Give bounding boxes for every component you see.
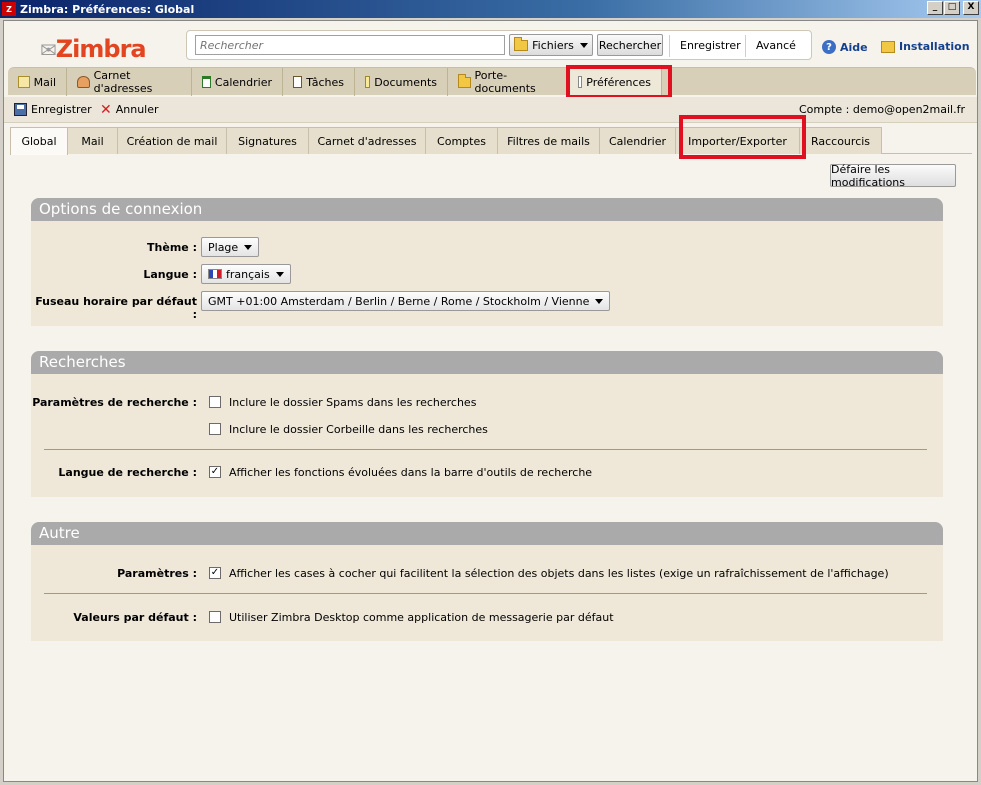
include-trash-label: Inclure le dossier Corbeille dans les re… bbox=[229, 423, 488, 436]
tab-signatures[interactable]: Signatures bbox=[227, 127, 309, 154]
zimbra-envelope-icon: ✉ bbox=[40, 38, 57, 62]
calendar-icon bbox=[202, 76, 211, 88]
files-dropdown-button[interactable]: Fichiers bbox=[509, 34, 593, 56]
divider bbox=[669, 35, 670, 57]
window-title: Zimbra: Préférences: Global bbox=[20, 2, 195, 16]
language-select[interactable]: français bbox=[201, 264, 291, 284]
language-label: Langue : bbox=[143, 268, 197, 281]
app-tab-preferences[interactable]: Préférences bbox=[568, 68, 662, 96]
help-link[interactable]: ? Aide bbox=[822, 40, 868, 54]
search-language-label: Langue de recherche : bbox=[58, 466, 197, 479]
tab-global[interactable]: Global bbox=[10, 127, 68, 155]
tab-compose[interactable]: Création de mail bbox=[118, 127, 227, 154]
section-title: Autre bbox=[31, 522, 943, 545]
advanced-search-link[interactable]: Avancé bbox=[756, 39, 796, 52]
section-title: Recherches bbox=[31, 351, 943, 374]
install-link[interactable]: Installation bbox=[881, 40, 970, 53]
timezone-label: Fuseau horaire par défaut : bbox=[35, 295, 197, 321]
preferences-tab-bar: Global Mail Création de mail Signatures … bbox=[10, 127, 972, 155]
undo-changes-button[interactable]: Défaire les modifications bbox=[830, 163, 956, 189]
app-frame: ✉Zimbra Fichiers Rechercher Enregistrer … bbox=[3, 20, 978, 782]
tab-addressbook[interactable]: Carnet d'adresses bbox=[309, 127, 426, 154]
advanced-search-label: Afficher les fonctions évoluées dans la … bbox=[229, 466, 593, 479]
theme-select[interactable]: Plage bbox=[201, 237, 260, 257]
chevron-down-icon bbox=[244, 244, 253, 250]
search-input[interactable] bbox=[195, 35, 505, 55]
app-tab-addressbook[interactable]: Carnet d'adresses bbox=[67, 68, 192, 96]
other-params-label: Paramètres : bbox=[117, 567, 197, 580]
chevron-down-icon bbox=[579, 42, 588, 48]
section-searches: Recherches Paramètres de recherche : Inc… bbox=[31, 351, 943, 497]
close-icon: ✕ bbox=[100, 101, 112, 118]
french-flag-icon bbox=[208, 269, 222, 279]
section-other: Autre Paramètres : ✓ Afficher les cases … bbox=[31, 522, 943, 641]
help-icon: ? bbox=[822, 40, 836, 54]
divider bbox=[44, 449, 927, 450]
save-icon bbox=[14, 103, 27, 116]
tab-mail[interactable]: Mail bbox=[68, 127, 118, 154]
zimbra-app-icon: Z bbox=[2, 2, 16, 16]
tasks-icon bbox=[293, 76, 303, 88]
zimbra-logo: ✉Zimbra bbox=[40, 35, 147, 63]
include-spam-checkbox[interactable] bbox=[209, 396, 221, 408]
briefcase-icon bbox=[458, 73, 471, 88]
section-login-options: Options de connexion Thème : Plage Langu… bbox=[31, 198, 943, 326]
cancel-button[interactable]: ✕ Annuler bbox=[100, 101, 159, 118]
app-tab-calendar[interactable]: Calendrier bbox=[192, 68, 283, 96]
tab-calendar[interactable]: Calendrier bbox=[600, 127, 676, 154]
include-trash-checkbox[interactable] bbox=[209, 423, 221, 435]
save-search-link[interactable]: Enregistrer bbox=[680, 39, 741, 52]
tab-shortcuts[interactable]: Raccourcis bbox=[800, 127, 882, 154]
tab-accounts[interactable]: Comptes bbox=[426, 127, 498, 154]
list-checkboxes-label: Afficher les cases à cocher qui facilite… bbox=[229, 567, 889, 580]
advanced-search-checkbox[interactable]: ✓ bbox=[209, 466, 221, 478]
tab-import-export[interactable]: Importer/Exporter bbox=[676, 127, 800, 154]
app-tab-tasks[interactable]: Tâches bbox=[283, 68, 355, 96]
app-tab-bar: Mail Carnet d'adresses Calendrier Tâches… bbox=[8, 67, 976, 96]
documents-icon bbox=[365, 76, 371, 88]
maximize-button[interactable]: □ bbox=[944, 1, 960, 15]
list-checkboxes-checkbox[interactable]: ✓ bbox=[209, 567, 221, 579]
defaults-label: Valeurs par défaut : bbox=[73, 611, 197, 624]
close-button[interactable]: X bbox=[963, 1, 979, 15]
preferences-icon bbox=[578, 76, 583, 88]
install-icon bbox=[881, 40, 895, 53]
default-mail-app-label: Utiliser Zimbra Desktop comme applicatio… bbox=[229, 611, 614, 624]
folder-icon bbox=[514, 36, 529, 51]
window-controls: _ □ X bbox=[926, 1, 979, 15]
app-tab-documents[interactable]: Documents bbox=[355, 68, 448, 96]
account-label: Compte : demo@open2mail.fr bbox=[799, 103, 965, 116]
divider bbox=[745, 35, 746, 57]
minimize-button[interactable]: _ bbox=[927, 1, 943, 15]
app-tab-mail[interactable]: Mail bbox=[8, 68, 67, 96]
section-title: Options de connexion bbox=[31, 198, 943, 221]
save-button[interactable]: Enregistrer bbox=[14, 103, 92, 116]
tab-mail-filters[interactable]: Filtres de mails bbox=[498, 127, 600, 154]
addressbook-icon bbox=[77, 76, 90, 88]
chevron-down-icon bbox=[595, 298, 604, 304]
window-titlebar: Z Zimbra: Préférences: Global _ □ X bbox=[0, 0, 981, 18]
mail-icon bbox=[18, 76, 30, 88]
chevron-down-icon bbox=[275, 271, 284, 277]
search-button[interactable]: Rechercher bbox=[597, 34, 663, 56]
search-params-label: Paramètres de recherche : bbox=[32, 396, 197, 409]
include-spam-label: Inclure le dossier Spams dans les recher… bbox=[229, 396, 477, 409]
default-mail-app-checkbox[interactable] bbox=[209, 611, 221, 623]
header: ✉Zimbra Fichiers Rechercher Enregistrer … bbox=[4, 21, 977, 67]
app-tab-briefcase[interactable]: Porte-documents bbox=[448, 68, 568, 96]
timezone-select[interactable]: GMT +01:00 Amsterdam / Berlin / Berne / … bbox=[201, 291, 611, 311]
theme-label: Thème : bbox=[147, 241, 197, 254]
divider bbox=[44, 593, 927, 594]
action-toolbar: Enregistrer ✕ Annuler Compte : demo@open… bbox=[4, 97, 977, 123]
